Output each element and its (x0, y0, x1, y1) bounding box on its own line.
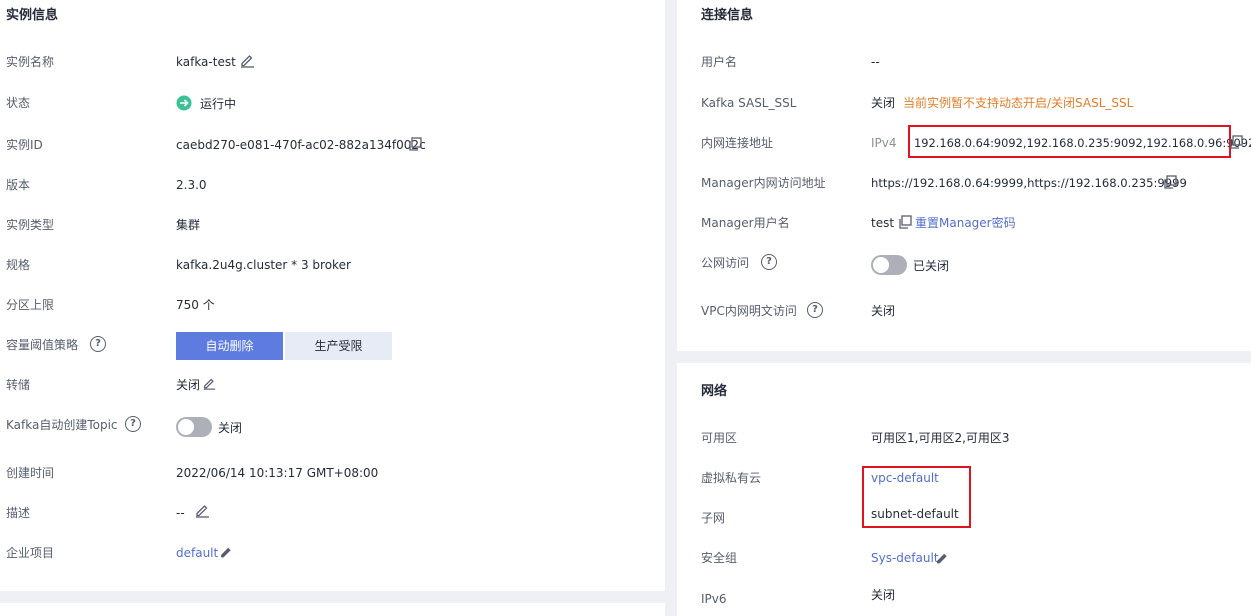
status-label: 状态 (6, 96, 31, 110)
az-value: 可用区1,可用区2,可用区3 (871, 431, 1010, 445)
next-card-left (0, 603, 665, 616)
version-label: 版本 (6, 178, 31, 192)
spec-label: 规格 (6, 258, 31, 272)
reset-manager-password-link[interactable]: 重置Manager密码 (915, 215, 1016, 231)
production-limited-option[interactable]: 生产受限 (285, 332, 392, 360)
network-card: 网络 可用区 可用区1,可用区2,可用区3 虚拟私有云 vpc-default … (677, 363, 1251, 616)
help-icon[interactable]: ? (125, 416, 141, 432)
instance-type-label: 实例类型 (6, 218, 55, 232)
project-label: 企业项目 (6, 546, 55, 560)
connection-info-card: 连接信息 用户名 -- Kafka SASL_SSL 关闭 当前实例暂不支持动态… (677, 0, 1251, 351)
instance-id-value: caebd270-e081-470f-ac02-882a134f002c (176, 138, 426, 152)
partition-limit-value: 750 个 (176, 298, 215, 312)
highlight-box (908, 125, 1231, 158)
copy-icon[interactable] (897, 214, 913, 230)
manager-user-label: Manager用户名 (701, 216, 790, 230)
edit-icon[interactable] (219, 545, 235, 561)
auto-topic-label: Kafka自动创建Topic (6, 418, 118, 432)
copy-icon[interactable] (1162, 174, 1178, 190)
help-icon[interactable]: ? (90, 336, 106, 352)
username-value: -- (871, 55, 880, 69)
manager-user-value: test (871, 216, 895, 230)
sasl-label: Kafka SASL_SSL (701, 96, 797, 110)
ipv4-prefix: IPv4 (871, 136, 897, 150)
security-group-link[interactable]: Sys-default (871, 550, 939, 566)
vpc-plaintext-value: 关闭 (871, 304, 896, 318)
auto-topic-value: 关闭 (218, 421, 243, 435)
network-title: 网络 (701, 384, 728, 399)
edit-icon[interactable] (239, 52, 255, 68)
ipv6-label: IPv6 (701, 592, 727, 606)
edit-icon[interactable] (202, 376, 218, 392)
instance-name-label: 实例名称 (6, 55, 55, 69)
public-access-label: 公网访问 (701, 256, 750, 270)
running-status-icon (176, 95, 192, 111)
capacity-policy-label: 容量阈值策略 (6, 338, 79, 352)
spec-value: kafka.2u4g.cluster * 3 broker (176, 258, 351, 272)
status-value: 运行中 (200, 97, 237, 111)
instance-info-title: 实例信息 (6, 8, 59, 23)
security-group-label: 安全组 (701, 551, 738, 565)
created-value: 2022/06/14 10:13:17 GMT+08:00 (176, 466, 379, 480)
partition-limit-label: 分区上限 (6, 298, 55, 312)
auto-topic-toggle[interactable] (176, 417, 212, 437)
vpc-label: 虚拟私有云 (701, 471, 762, 485)
manager-address-label: Manager内网访问地址 (701, 176, 826, 190)
instance-info-card: 实例信息 实例名称 kafka-test 状态 运行中 实例ID caebd27… (0, 0, 665, 591)
copy-icon[interactable] (407, 136, 423, 152)
highlight-box (862, 466, 971, 528)
connection-info-title: 连接信息 (701, 8, 754, 23)
username-label: 用户名 (701, 55, 738, 69)
manager-address-value: https://192.168.0.64:9999,https://192.16… (871, 176, 1187, 190)
sasl-value: 关闭 (871, 96, 896, 110)
az-label: 可用区 (701, 431, 738, 445)
instance-type-value: 集群 (176, 218, 201, 232)
public-access-toggle[interactable] (871, 255, 907, 275)
version-value: 2.3.0 (176, 178, 207, 192)
edit-icon[interactable] (194, 502, 210, 518)
sasl-note: 当前实例暂不支持动态开启/关闭SASL_SSL (903, 96, 1134, 110)
vpc-plaintext-label: VPC内网明文访问 (701, 304, 797, 318)
description-value: -- (176, 506, 185, 520)
help-icon[interactable]: ? (761, 254, 777, 270)
auto-delete-option[interactable]: 自动删除 (176, 332, 283, 360)
instance-name-value: kafka-test (176, 55, 236, 69)
project-link[interactable]: default (176, 545, 218, 561)
public-access-value: 已关闭 (913, 259, 950, 273)
dump-value: 关闭 (176, 378, 201, 392)
ipv6-value: 关闭 (871, 588, 896, 602)
help-icon[interactable]: ? (807, 302, 823, 318)
instance-id-label: 实例ID (6, 138, 43, 152)
intranet-address-label: 内网连接地址 (701, 136, 774, 150)
edit-icon[interactable] (935, 551, 951, 567)
copy-icon[interactable] (1228, 134, 1244, 150)
created-label: 创建时间 (6, 466, 55, 480)
description-label: 描述 (6, 506, 31, 520)
dump-label: 转储 (6, 378, 31, 392)
subnet-label: 子网 (701, 511, 726, 525)
